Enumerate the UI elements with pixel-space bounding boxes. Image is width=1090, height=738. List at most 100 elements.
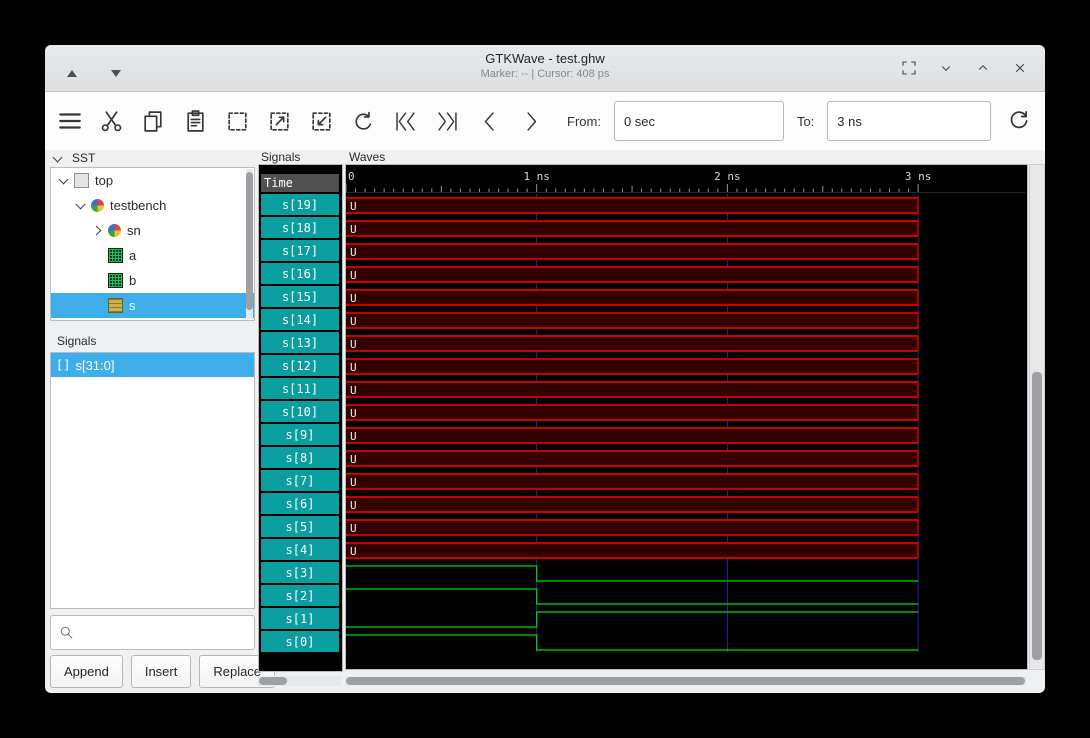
- menu-button[interactable]: [55, 107, 84, 136]
- tree-item-sn[interactable]: sn: [51, 218, 254, 243]
- zoom-out-button[interactable]: [307, 107, 336, 136]
- prev-edge-button[interactable]: [475, 107, 504, 136]
- vector-icon: [108, 248, 123, 263]
- signal-name-cell-s[7][interactable]: s[7]: [261, 470, 339, 491]
- waves-vscrollbar-thumb[interactable]: [1032, 372, 1042, 660]
- next-edge-button[interactable]: [517, 107, 546, 136]
- signals-list-header: Signals: [57, 334, 97, 348]
- names-frame-label: Signals: [261, 150, 301, 164]
- expander-icon[interactable]: [93, 226, 102, 235]
- zoom-in-button[interactable]: [265, 107, 294, 136]
- signal-name-cell-s[4][interactable]: s[4]: [261, 539, 339, 560]
- svg-text:U: U: [350, 476, 357, 489]
- collapse-chevron-icon[interactable]: [53, 154, 62, 163]
- insert-button[interactable]: Insert: [130, 655, 192, 688]
- menu-icon: [58, 113, 81, 129]
- signal-name-cell-s[1][interactable]: s[1]: [261, 608, 339, 629]
- tree-item-testbench[interactable]: testbench: [51, 193, 254, 218]
- waves-hscrollbar-thumb[interactable]: [346, 677, 1025, 685]
- copy-button[interactable]: [139, 107, 168, 136]
- signal-name-cell-s[19][interactable]: s[19]: [261, 194, 339, 215]
- zoom-fit-icon: [228, 111, 247, 131]
- tree-item-a[interactable]: a: [51, 243, 254, 268]
- fullscreen-icon: [902, 61, 916, 75]
- fullscreen-button[interactable]: [898, 57, 920, 79]
- signal-name-cell-s[15][interactable]: s[15]: [261, 286, 339, 307]
- append-button[interactable]: Append: [50, 655, 123, 688]
- titlebar-up-arrow-button[interactable]: [61, 62, 83, 84]
- from-input[interactable]: [613, 101, 784, 141]
- svg-text:U: U: [350, 338, 357, 351]
- toolbar: From: To:: [45, 92, 1045, 150]
- zoom-out-icon: [312, 111, 331, 131]
- signal-name-cell-s[16][interactable]: s[16]: [261, 263, 339, 284]
- time-header[interactable]: Time: [261, 174, 339, 192]
- svg-text:U: U: [350, 269, 357, 282]
- reload-button[interactable]: [1004, 107, 1033, 136]
- list-item-s[31:0][interactable]: [] s[31:0]: [51, 353, 254, 377]
- window-title: GTKWave - test.ghw: [485, 51, 605, 66]
- zoom-fit-button[interactable]: [223, 107, 252, 136]
- sst-scrollbar-thumb[interactable]: [246, 172, 253, 310]
- up-triangle-icon: [67, 69, 77, 77]
- signal-name-cell-s[12][interactable]: s[12]: [261, 355, 339, 376]
- svg-text:U: U: [350, 384, 357, 397]
- waves-vscrollbar[interactable]: [1029, 164, 1045, 670]
- signal-name-cell-s[9][interactable]: s[9]: [261, 424, 339, 445]
- titlebar[interactable]: GTKWave - test.ghw Marker: -- | Cursor: …: [45, 45, 1045, 92]
- signal-name-cell-s[0][interactable]: s[0]: [261, 631, 339, 652]
- signal-name-cell-s[11][interactable]: s[11]: [261, 378, 339, 399]
- sst-tree: top testbench sn a b s: [51, 168, 254, 318]
- maximize-button[interactable]: [972, 57, 994, 79]
- tree-item-label: top: [95, 173, 114, 188]
- signal-name-cell-s[18][interactable]: s[18]: [261, 217, 339, 238]
- sst-scrollbar[interactable]: [246, 169, 253, 319]
- names-hscrollbar-thumb[interactable]: [259, 677, 287, 685]
- signal-name-cell-s[6][interactable]: s[6]: [261, 493, 339, 514]
- signal-name-cell-s[13][interactable]: s[13]: [261, 332, 339, 353]
- cut-button[interactable]: [97, 107, 126, 136]
- from-label: From:: [567, 113, 601, 129]
- sst-section-header[interactable]: SST: [53, 151, 95, 165]
- signal-name-cell-s[5][interactable]: s[5]: [261, 516, 339, 537]
- expander-icon[interactable]: [76, 201, 85, 210]
- svg-text:U: U: [350, 223, 357, 236]
- waveform-svg[interactable]: 01 ns 2 ns 3 nsUUUUUUUUUUUUUUUU: [346, 165, 1025, 667]
- names-hscrollbar[interactable]: [258, 676, 341, 686]
- signal-name-cell-s[14][interactable]: s[14]: [261, 309, 339, 330]
- tree-item-top[interactable]: top: [51, 168, 254, 193]
- to-label: To:: [796, 113, 815, 129]
- to-input[interactable]: [827, 101, 992, 141]
- waves-hscrollbar[interactable]: [345, 676, 1026, 686]
- search-input[interactable]: [80, 615, 260, 650]
- svg-text:1 ns: 1 ns: [523, 170, 550, 183]
- signal-name-cell-s[8][interactable]: s[8]: [261, 447, 339, 468]
- tree-item-b[interactable]: b: [51, 268, 254, 293]
- skip-to-end-icon: [438, 111, 457, 131]
- expander-icon[interactable]: [59, 176, 68, 185]
- tree-item-s[interactable]: s: [51, 293, 254, 318]
- zoom-undo-button[interactable]: [349, 107, 378, 136]
- search-box: [50, 615, 260, 650]
- skip-to-start-icon: [396, 111, 415, 131]
- vector-icon: [108, 273, 123, 288]
- svg-text:3 ns: 3 ns: [905, 170, 932, 183]
- chip-icon: [74, 173, 89, 188]
- svg-text:U: U: [350, 499, 357, 512]
- close-button[interactable]: [1009, 57, 1031, 79]
- jump-end-button[interactable]: [433, 107, 462, 136]
- signal-name-cell-s[3][interactable]: s[3]: [261, 562, 339, 583]
- bus-bracket-icon: []: [56, 358, 71, 372]
- titlebar-down-arrow-button[interactable]: [105, 62, 127, 84]
- tree-item-label: s: [129, 298, 136, 313]
- zoom-in-icon: [270, 111, 289, 131]
- minimize-button[interactable]: [935, 57, 957, 79]
- paste-button[interactable]: [181, 107, 210, 136]
- jump-start-button[interactable]: [391, 107, 420, 136]
- signal-name-cell-s[2][interactable]: s[2]: [261, 585, 339, 606]
- svg-text:U: U: [350, 407, 357, 420]
- signal-name-cell-s[10][interactable]: s[10]: [261, 401, 339, 422]
- waves-panel[interactable]: 01 ns 2 ns 3 ns U U U U U U U U U U U U U U U U: [345, 164, 1028, 670]
- signal-name-cell-s[17][interactable]: s[17]: [261, 240, 339, 261]
